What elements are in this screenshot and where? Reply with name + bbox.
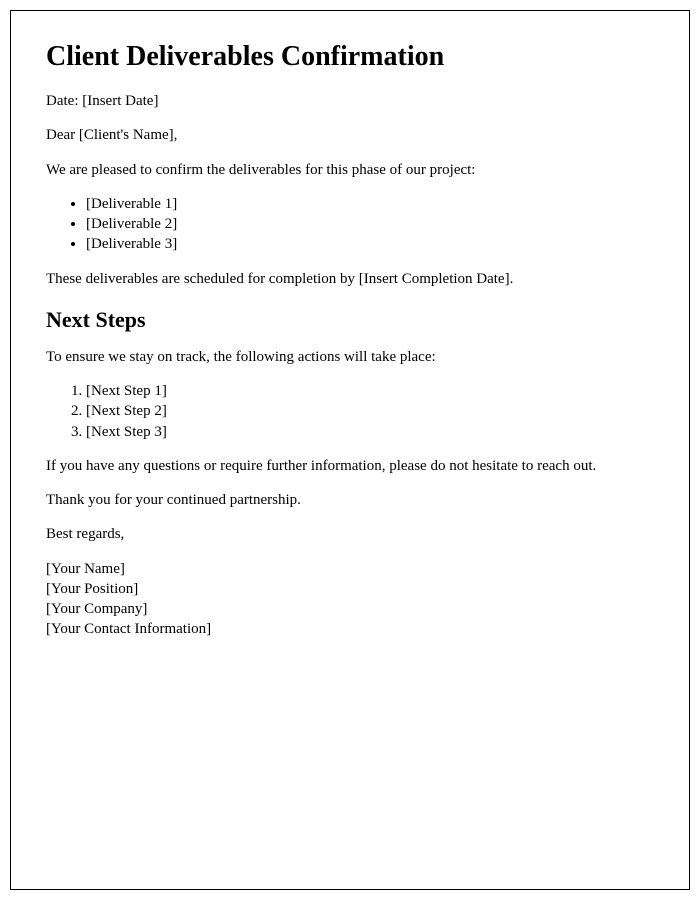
list-item: [Next Step 2] xyxy=(86,401,654,421)
signature-position: [Your Position] xyxy=(46,579,654,599)
next-steps-list: [Next Step 1] [Next Step 2] [Next Step 3… xyxy=(46,381,654,442)
list-item: [Deliverable 3] xyxy=(86,234,654,254)
salutation: Dear [Client's Name], xyxy=(46,125,654,145)
list-item: [Next Step 1] xyxy=(86,381,654,401)
signature-contact: [Your Contact Information] xyxy=(46,619,654,639)
next-steps-intro: To ensure we stay on track, the followin… xyxy=(46,347,654,367)
signature-block: [Your Name] [Your Position] [Your Compan… xyxy=(46,559,654,640)
signature-name: [Your Name] xyxy=(46,559,654,579)
questions-line: If you have any questions or require fur… xyxy=(46,456,654,476)
intro-paragraph: We are pleased to confirm the deliverabl… xyxy=(46,160,654,180)
next-steps-heading: Next Steps xyxy=(46,307,654,333)
page-title: Client Deliverables Confirmation xyxy=(46,41,654,73)
list-item: [Next Step 3] xyxy=(86,422,654,442)
deliverables-list: [Deliverable 1] [Deliverable 2] [Deliver… xyxy=(46,194,654,255)
list-item: [Deliverable 2] xyxy=(86,214,654,234)
closing: Best regards, xyxy=(46,524,654,544)
thanks-line: Thank you for your continued partnership… xyxy=(46,490,654,510)
document-page: Client Deliverables Confirmation Date: [… xyxy=(10,10,690,890)
schedule-line: These deliverables are scheduled for com… xyxy=(46,269,654,289)
date-line: Date: [Insert Date] xyxy=(46,91,654,111)
signature-company: [Your Company] xyxy=(46,599,654,619)
list-item: [Deliverable 1] xyxy=(86,194,654,214)
